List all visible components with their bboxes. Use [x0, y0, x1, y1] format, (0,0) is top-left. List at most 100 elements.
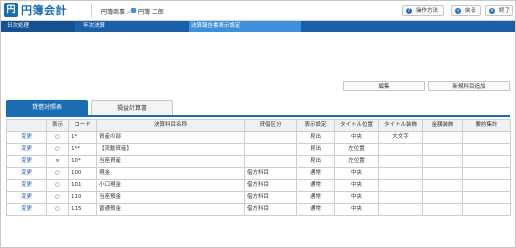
user-name: 円簿 二郎 — [138, 9, 164, 16]
account-name: 資産の部 — [96, 131, 245, 144]
summary-total — [462, 143, 511, 156]
table-row: 変更 ○ 101 小口現金 借方科目 通常 中央 — [6, 179, 511, 192]
title-decoration — [378, 191, 423, 204]
table-row: 変更 ○ 110 当座預金 借方科目 通常 中央 — [6, 191, 511, 204]
add-account-button[interactable]: 新規科目追加 — [428, 81, 510, 91]
change-link[interactable]: 変更 — [6, 179, 47, 192]
title-position: 左位置 — [334, 155, 379, 168]
display-setting: 見出 — [296, 131, 335, 144]
change-link[interactable]: 変更 — [6, 143, 47, 156]
amount-decoration — [422, 167, 463, 180]
debit-credit-type: 借方科目 — [244, 167, 297, 180]
title-position: 中央 — [334, 131, 379, 144]
display-flag: × — [46, 155, 69, 168]
amount-decoration — [422, 155, 463, 168]
breadcrumb-item-daily[interactable]: 日次処理 — [1, 21, 75, 32]
display-flag: ○ — [46, 131, 69, 144]
account-code: 1* — [68, 131, 97, 144]
column-header: 要約集計 — [462, 119, 511, 132]
app-logo-icon: 円 — [4, 3, 18, 17]
tab-underline — [6, 115, 510, 117]
title-position: 中央 — [334, 167, 379, 180]
exit-button[interactable]: × 終了 — [485, 5, 513, 16]
column-header: 決算科目名称 — [96, 119, 245, 132]
account-name: 【流動資産】 — [96, 143, 245, 156]
debit-credit-type: 借方科目 — [244, 179, 297, 192]
amount-decoration — [422, 179, 463, 192]
tab-income-statement[interactable]: 損益計算書 — [91, 100, 173, 115]
summary-total — [462, 179, 511, 192]
help-button[interactable]: ? 操作方法 — [402, 5, 444, 16]
display-flag: ○ — [46, 179, 69, 192]
exit-label: 終了 — [499, 8, 511, 14]
account-name: 普通預金 — [96, 203, 245, 216]
back-button[interactable]: « 戻る — [451, 5, 481, 16]
display-setting: 通常 — [296, 179, 335, 192]
title-decoration — [378, 179, 423, 192]
breadcrumb: 決算報告書表示設定 年次決算 日次処理 — [1, 21, 515, 32]
back-label: 戻る — [465, 8, 477, 14]
display-flag: ○ — [46, 191, 69, 204]
display-setting: 見出 — [296, 155, 335, 168]
column-header: タイトル装飾 — [378, 119, 423, 132]
title-position: 左位置 — [334, 143, 379, 156]
debit-credit-type — [244, 143, 297, 156]
user-icon — [131, 8, 136, 13]
account-name: 小口現金 — [96, 179, 245, 192]
debit-credit-type — [244, 155, 297, 168]
amount-decoration — [422, 131, 463, 144]
amount-decoration — [422, 203, 463, 216]
change-link[interactable]: 変更 — [6, 203, 47, 216]
account-code: 110 — [68, 191, 97, 204]
amount-decoration — [422, 191, 463, 204]
table-header-row: 表示 コード 決算科目名称 貸借区分 表示設定 タイトル位置 タイトル装飾 金額… — [6, 119, 511, 132]
title-decoration — [378, 167, 423, 180]
debit-credit-type: 借方科目 — [244, 191, 297, 204]
breadcrumb-separator — [281, 21, 287, 31]
account-settings-table: 表示 コード 決算科目名称 貸借区分 表示設定 タイトル位置 タイトル装飾 金額… — [6, 119, 511, 216]
amount-decoration — [422, 143, 463, 156]
title-decoration — [378, 155, 423, 168]
change-link[interactable]: 変更 — [6, 131, 47, 144]
title-position: 中央 — [334, 179, 379, 192]
account-name: 現金 — [96, 167, 245, 180]
change-link[interactable]: 変更 — [6, 167, 47, 180]
top-bar: 円 円簿会計 円簿商事 ／ 円簿 二郎 ? 操作方法 « 戻る × 終了 — [1, 1, 515, 21]
change-link[interactable]: 変更 — [6, 191, 47, 204]
column-header — [6, 119, 47, 132]
title-decoration — [378, 143, 423, 156]
table-row: 変更 ○ 1** 【流動資産】 見出 左位置 — [6, 143, 511, 156]
summary-total — [462, 155, 511, 168]
account-code: 101 — [68, 179, 97, 192]
change-link[interactable]: 変更 — [6, 155, 47, 168]
table-row: 変更 ○ 100 現金 借方科目 通常 中央 — [6, 167, 511, 180]
display-setting: 通常 — [296, 203, 335, 216]
column-header: 表示設定 — [296, 119, 335, 132]
display-flag: ○ — [46, 143, 69, 156]
summary-total — [462, 131, 511, 144]
column-header: 貸借区分 — [244, 119, 297, 132]
back-icon: « — [455, 8, 461, 14]
company-name: 円簿商事 ／ — [101, 9, 133, 16]
breadcrumb-separator — [177, 21, 183, 31]
column-header: 金額装飾 — [422, 119, 463, 132]
account-name: 当座預金 — [96, 191, 245, 204]
display-flag: ○ — [46, 203, 69, 216]
summary-total — [462, 203, 511, 216]
debit-credit-type — [244, 131, 297, 144]
help-label: 操作方法 — [416, 8, 439, 14]
title-decoration: 大文字 — [378, 131, 423, 144]
table-row: 変更 ○ 115 普通預金 借方科目 通常 中央 — [6, 203, 511, 216]
breadcrumb-item-annual-closing[interactable]: 年次決算 — [67, 21, 189, 32]
title-position: 中央 — [334, 191, 379, 204]
display-flag: ○ — [46, 167, 69, 180]
column-header: コード — [68, 119, 97, 132]
table-row: 変更 × 10* 当座資産 見出 左位置 — [6, 155, 511, 168]
summary-total — [462, 191, 511, 204]
edit-button[interactable]: 編集 — [343, 81, 425, 91]
account-code: 100 — [68, 167, 97, 180]
tab-balance-sheet[interactable]: 貸借対照表 — [6, 100, 88, 115]
account-code: 115 — [68, 203, 97, 216]
debit-credit-type: 借方科目 — [244, 203, 297, 216]
display-setting: 通常 — [296, 167, 335, 180]
